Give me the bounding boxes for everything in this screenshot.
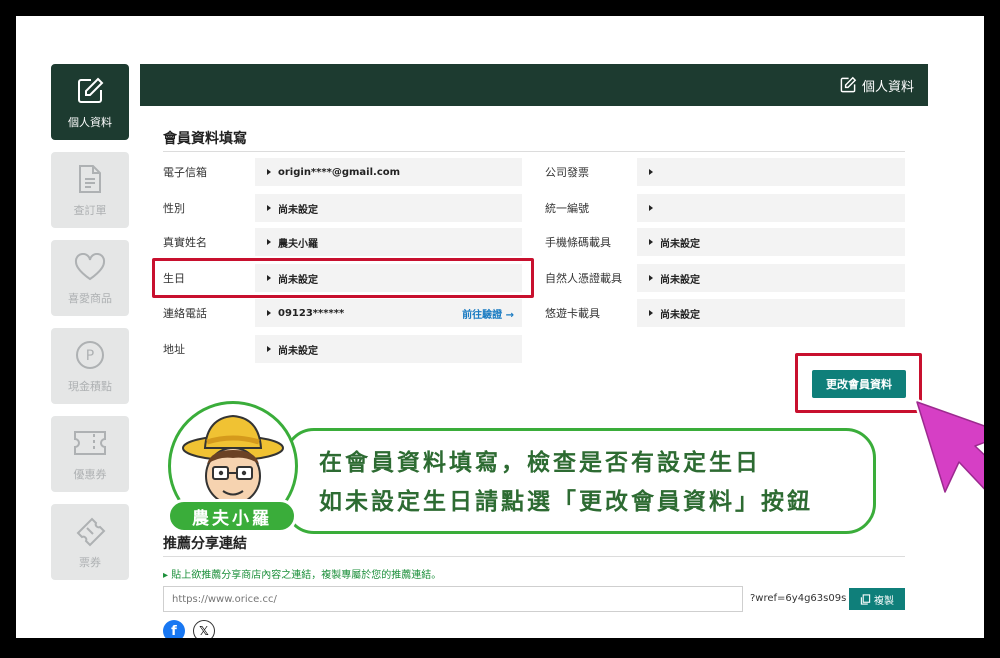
callout-line-1: 在會員資料填寫，檢查是否有設定生日 — [319, 450, 761, 476]
share-url-input[interactable] — [163, 586, 743, 612]
tutorial-callout: 在會員資料填寫，檢查是否有設定生日 如未設定生日請點選「更改會員資料」按鈕 — [284, 428, 876, 534]
points-glyph: P — [86, 348, 94, 364]
copy-icon — [860, 593, 871, 605]
field-email: 電子信箱 origin****@gmail.com — [163, 158, 522, 186]
field-gender: 性別 尚未設定 — [163, 194, 522, 222]
x-icon[interactable]: 𝕏 — [193, 620, 215, 638]
sidebar-item-label: 喜愛商品 — [68, 292, 112, 305]
sidebar: 個人資料 查訂單 喜愛商品 P 現金積點 優惠券 票券 — [51, 64, 129, 592]
wref-code: ?wref=6y4g63s09s — [750, 593, 847, 604]
sidebar-item-coupons[interactable]: 優惠券 — [51, 416, 129, 492]
field-label: 公司發票 — [545, 166, 589, 179]
share-divider — [163, 556, 905, 557]
field-value[interactable] — [637, 194, 905, 222]
sidebar-item-orders[interactable]: 查訂單 — [51, 152, 129, 228]
field-real-name: 真實姓名 農夫小羅 — [163, 228, 522, 256]
update-button-highlight — [795, 353, 922, 413]
form-divider — [163, 151, 905, 152]
sidebar-item-profile[interactable]: 個人資料 — [51, 64, 129, 140]
panel-header: 個人資料 — [140, 64, 928, 106]
sidebar-item-tickets[interactable]: 票券 — [51, 504, 129, 580]
field-label: 手機條碼載具 — [545, 236, 611, 249]
birthday-highlight — [152, 258, 534, 298]
field-value[interactable] — [637, 158, 905, 186]
caret-right-icon — [649, 275, 653, 281]
edit-icon — [73, 74, 107, 108]
callout-line-2: 如未設定生日請點選「更改會員資料」按鈕 — [319, 489, 813, 515]
sidebar-item-label: 現金積點 — [68, 380, 112, 393]
screen: 個人資料 查訂單 喜愛商品 P 現金積點 優惠券 票券 個人資料 會員資料填寫 … — [16, 16, 984, 638]
caret-right-icon — [649, 239, 653, 245]
field-label: 真實姓名 — [163, 236, 207, 249]
sidebar-item-points[interactable]: P 現金積點 — [51, 328, 129, 404]
caret-right-icon — [649, 169, 653, 175]
main-panel: 個人資料 會員資料填寫 電子信箱 origin****@gmail.com 性別… — [140, 64, 928, 638]
field-value[interactable]: 尚未設定 — [637, 264, 905, 292]
field-label: 連絡電話 — [163, 307, 207, 320]
field-company-invoice: 公司發票 — [545, 158, 905, 186]
sidebar-item-favorites[interactable]: 喜愛商品 — [51, 240, 129, 316]
caret-right-icon — [649, 205, 653, 211]
pointer-cursor-icon — [914, 399, 984, 495]
field-label: 統一編號 — [545, 202, 589, 215]
caret-right-icon — [267, 169, 271, 175]
field-value[interactable]: 09123****** 前往驗證 → — [255, 299, 522, 327]
field-citizen-certificate: 自然人憑證載具 尚未設定 — [545, 264, 905, 292]
edit-icon — [839, 76, 857, 94]
document-icon — [73, 162, 107, 196]
sidebar-item-label: 票券 — [79, 556, 101, 569]
field-label: 電子信箱 — [163, 166, 207, 179]
field-phone: 連絡電話 09123****** 前往驗證 → — [163, 299, 522, 327]
caret-right-icon — [649, 310, 653, 316]
verify-link[interactable]: 前往驗證 → — [462, 306, 514, 321]
field-value[interactable]: origin****@gmail.com — [255, 158, 522, 186]
header-title: 個人資料 — [861, 79, 914, 95]
facebook-icon[interactable]: f — [163, 620, 185, 638]
field-value[interactable]: 尚未設定 — [637, 228, 905, 256]
copy-button-label: 複製 — [874, 595, 894, 607]
sidebar-item-label: 個人資料 — [68, 116, 112, 129]
field-mobile-barcode: 手機條碼載具 尚未設定 — [545, 228, 905, 256]
copy-button[interactable]: 複製 — [849, 588, 905, 610]
sidebar-item-label: 優惠券 — [73, 468, 107, 481]
field-label: 性別 — [163, 202, 185, 215]
share-note: ▸ 貼上欲推薦分享商店內容之連結，複製專屬於您的推薦連結。 — [163, 570, 442, 581]
field-label: 地址 — [163, 343, 185, 356]
caret-right-icon — [267, 205, 271, 211]
share-title: 推薦分享連結 — [163, 536, 247, 552]
field-value[interactable]: 尚未設定 — [255, 194, 522, 222]
field-value[interactable]: 尚未設定 — [637, 299, 905, 327]
form-title: 會員資料填寫 — [163, 131, 247, 147]
field-address: 地址 尚未設定 — [163, 335, 522, 363]
coupon-icon — [73, 426, 107, 460]
field-value[interactable]: 尚未設定 — [255, 335, 522, 363]
sidebar-item-label: 查訂單 — [73, 204, 107, 217]
field-easycard: 悠遊卡載具 尚未設定 — [545, 299, 905, 327]
points-icon: P — [73, 338, 107, 372]
heart-icon — [73, 250, 107, 284]
caret-right-icon — [267, 239, 271, 245]
field-value[interactable]: 農夫小羅 — [255, 228, 522, 256]
caret-right-icon — [267, 346, 271, 352]
field-tax-id: 統一編號 — [545, 194, 905, 222]
ticket-icon — [73, 514, 107, 548]
caret-right-icon — [267, 310, 271, 316]
farmer-name-tag: 農夫小羅 — [167, 499, 297, 533]
field-label: 悠遊卡載具 — [545, 307, 600, 320]
field-label: 自然人憑證載具 — [545, 272, 622, 285]
